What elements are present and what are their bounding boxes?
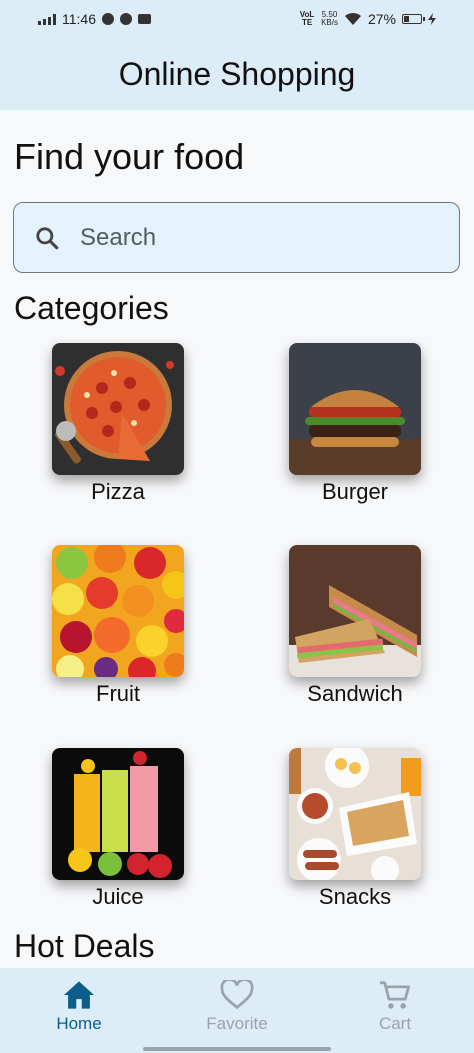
burger-image xyxy=(289,343,421,475)
category-burger[interactable]: Burger xyxy=(275,343,435,505)
cart-icon xyxy=(380,981,410,1009)
nav-label: Home xyxy=(56,1014,102,1033)
nav-label: Cart xyxy=(378,1014,412,1033)
category-snacks[interactable]: Snacks xyxy=(275,748,435,910)
search-box[interactable] xyxy=(13,202,460,273)
search-input[interactable] xyxy=(78,222,402,253)
status-time: 11:46 xyxy=(62,11,96,27)
app-bar: Online Shopping xyxy=(0,38,474,110)
category-label: Fruit xyxy=(96,681,140,706)
pizza-image xyxy=(52,343,184,475)
bottom-nav: Home Favorite Cart xyxy=(0,968,474,1053)
search-icon xyxy=(36,226,59,249)
heart-icon xyxy=(220,980,254,1009)
category-label: Pizza xyxy=(91,479,145,504)
nav-cart[interactable]: Cart xyxy=(316,968,474,1053)
nav-label: Favorite xyxy=(206,1014,268,1033)
app-notification-icon xyxy=(120,13,132,25)
mail-icon xyxy=(138,14,151,24)
category-label: Sandwich xyxy=(307,681,403,706)
app-title: Online Shopping xyxy=(118,55,356,92)
home-icon xyxy=(64,981,94,1009)
category-juice[interactable]: Juice xyxy=(38,748,198,910)
category-pizza[interactable]: Pizza xyxy=(38,343,198,505)
nav-home[interactable]: Home xyxy=(0,968,158,1053)
category-fruit[interactable]: Fruit xyxy=(38,545,198,707)
category-sandwich[interactable]: Sandwich xyxy=(275,545,435,707)
telegram-icon xyxy=(102,13,114,25)
snacks-image xyxy=(289,748,421,880)
sandwich-image xyxy=(289,545,421,677)
category-label: Snacks xyxy=(318,884,392,909)
charging-icon xyxy=(428,13,436,25)
battery-percent: 27% xyxy=(367,11,396,27)
juice-image xyxy=(52,748,184,880)
signal-icon xyxy=(38,13,56,25)
category-label: Juice xyxy=(92,884,144,909)
battery-icon xyxy=(402,14,425,24)
status-bar: 11:46 VoLTE 5.50 KB/s 27% xyxy=(0,0,474,38)
hot-deals-heading: Hot Deals xyxy=(14,928,155,964)
fruit-image xyxy=(52,545,184,677)
network-speed: 5.50 KB/s xyxy=(321,10,338,27)
page-heading: Find your food xyxy=(14,136,245,177)
gesture-bar[interactable] xyxy=(143,1047,331,1051)
nav-favorite[interactable]: Favorite xyxy=(158,968,316,1053)
volte-indicator: VoLTE xyxy=(299,10,315,27)
wifi-icon xyxy=(344,12,361,25)
categories-heading: Categories xyxy=(14,290,169,326)
category-label: Burger xyxy=(321,479,389,504)
